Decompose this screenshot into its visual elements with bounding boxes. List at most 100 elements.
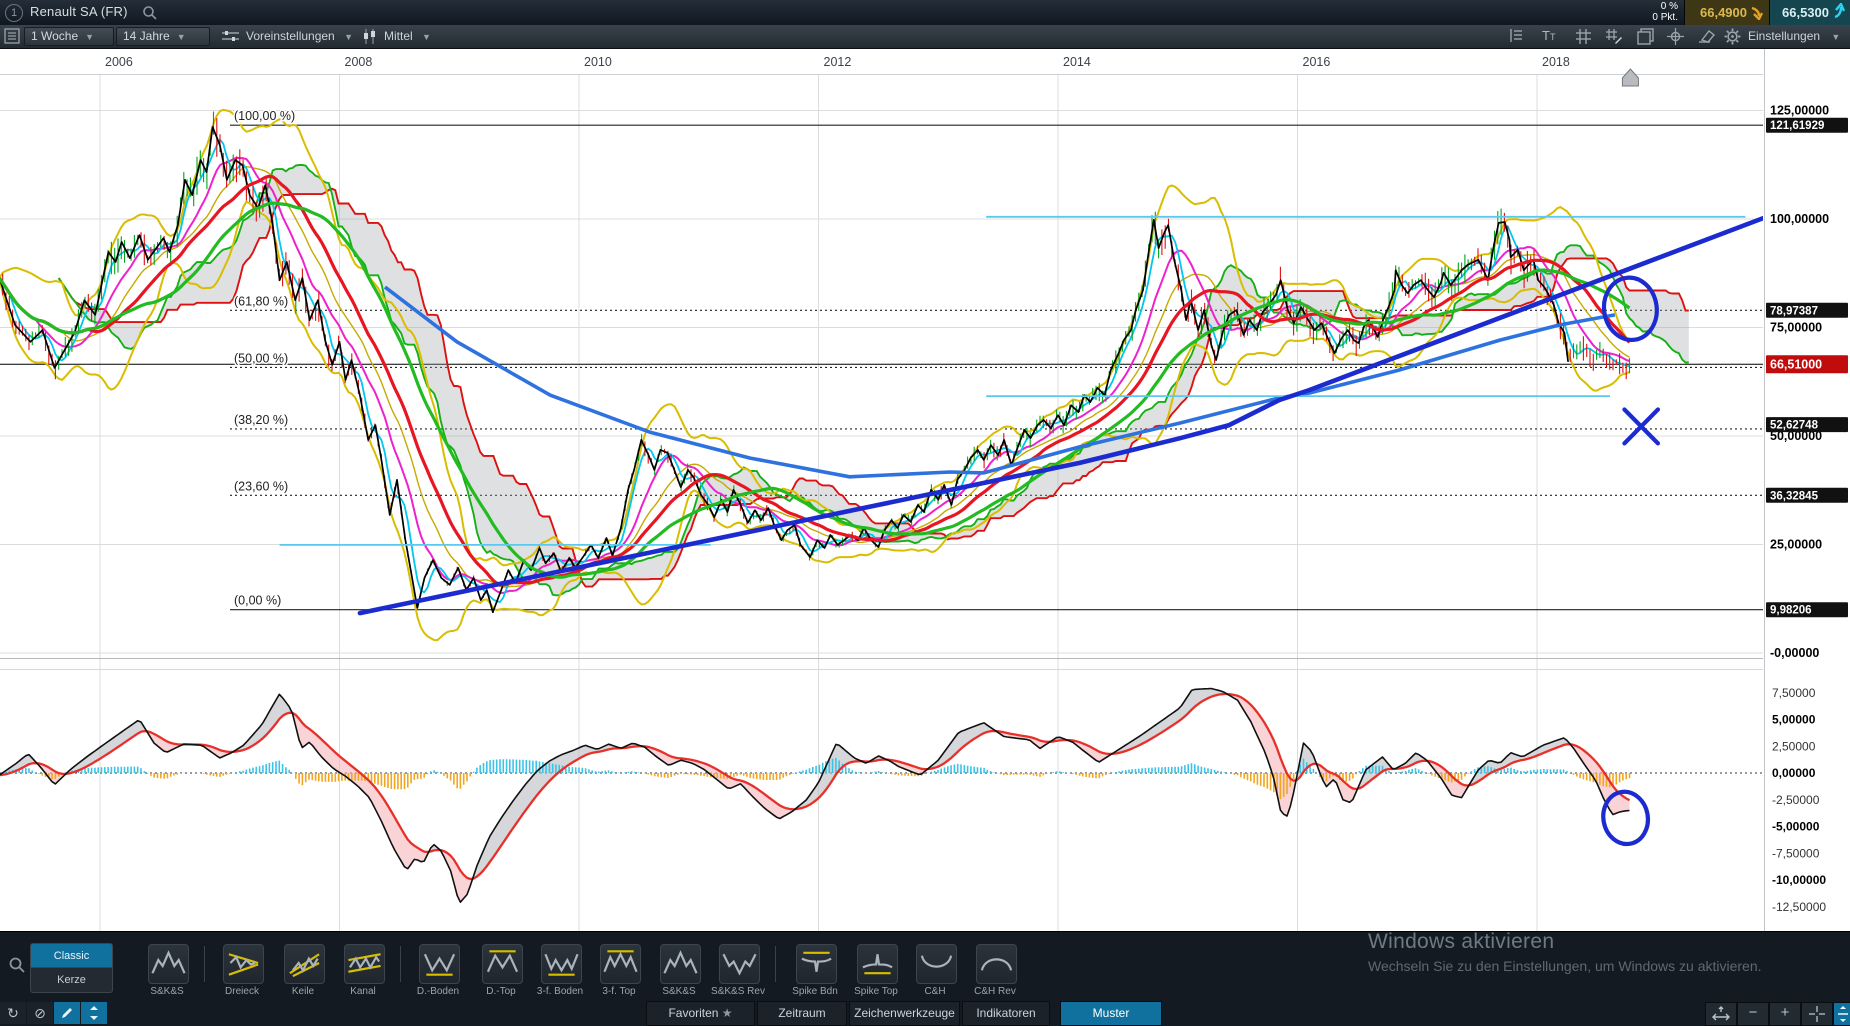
svg-text:9,98206: 9,98206 [1770, 605, 1812, 617]
pattern-button-sks[interactable] [148, 944, 189, 984]
svg-text:75,00000: 75,00000 [1770, 321, 1822, 335]
pattern-button-chrev[interactable] [976, 944, 1017, 984]
svg-text:(38,20 %): (38,20 %) [234, 413, 288, 427]
svg-text:36,32845: 36,32845 [1770, 490, 1819, 502]
svg-text:-2,50000: -2,50000 [1772, 793, 1820, 807]
range-dropdown[interactable]: 14 Jahre▼ [116, 27, 210, 46]
chart-toolbar: 1 Woche▼ 14 Jahre▼ Voreinstellungen ▼ Mi… [0, 25, 1850, 49]
svg-text:66,51000: 66,51000 [1770, 357, 1822, 371]
layers-icon[interactable] [1637, 28, 1654, 45]
crosshair-icon[interactable] [1667, 28, 1684, 45]
spiketop-pattern-icon [860, 948, 895, 978]
svg-text:2,50000: 2,50000 [1772, 739, 1816, 753]
dreieck-pattern-icon [226, 948, 261, 978]
svg-text:25,00000: 25,00000 [1770, 538, 1822, 552]
chart-type-dropdown[interactable]: Mittel ▼ [384, 29, 431, 43]
pattern-button-f3boden[interactable] [541, 944, 582, 984]
svg-text:0,00000: 0,00000 [1772, 766, 1816, 780]
pattern-button-dboden[interactable] [419, 944, 460, 984]
svg-text:2016: 2016 [1303, 55, 1331, 69]
window-number-icon[interactable]: 1 [5, 4, 23, 22]
ask-quote[interactable]: 66,5300 [1769, 0, 1850, 25]
chrev-pattern-icon [979, 948, 1014, 978]
pattern-button-spiketop[interactable] [857, 944, 898, 984]
sks-pattern-icon [663, 948, 698, 978]
star-icon: ★ [722, 1006, 733, 1020]
align-levels-icon[interactable] [1508, 28, 1525, 45]
tab-indikatoren[interactable]: Indikatoren [962, 1001, 1050, 1026]
pattern-label: Kanal [328, 986, 398, 997]
tab-favoriten[interactable]: Favoriten ★ [646, 1001, 755, 1026]
grid-icon[interactable] [1575, 28, 1592, 45]
pattern-button-sks[interactable] [660, 944, 701, 984]
clear-drawings-icon[interactable]: ⊘ [27, 1002, 53, 1024]
tab-zeitraum[interactable]: Zeitraum [757, 1001, 847, 1026]
pattern-button-ch[interactable] [916, 944, 957, 984]
sksrev-pattern-icon [722, 948, 757, 978]
svg-text:(100,00 %): (100,00 %) [234, 109, 295, 123]
pattern-label: Spike Bdn [780, 986, 850, 997]
draw-pencil-icon[interactable] [54, 1002, 80, 1024]
kanal-pattern-icon [347, 948, 382, 978]
pattern-label: D.-Boden [403, 986, 473, 997]
title-bar: 1 Renault SA (FR) 0 % 0 Pkt. 66,4900 66,… [0, 0, 1850, 26]
settings-dropdown[interactable]: Einstellungen ▼ [1748, 29, 1840, 43]
toolbar-separator [775, 946, 776, 982]
eraser-icon[interactable] [1697, 28, 1716, 44]
tab-muster[interactable]: Muster [1060, 1001, 1162, 1026]
interval-dropdown[interactable]: 1 Woche▼ [24, 27, 114, 46]
chart-list-icon[interactable] [4, 28, 20, 44]
svg-text:(0,00 %): (0,00 %) [234, 594, 281, 608]
pattern-button-kanal[interactable] [344, 944, 385, 984]
svg-text:5,00000: 5,00000 [1772, 713, 1816, 727]
pattern-button-sksrev[interactable] [719, 944, 760, 984]
svg-text:121,61929: 121,61929 [1770, 120, 1824, 132]
svg-text:2018: 2018 [1542, 55, 1570, 69]
settings-gear-icon[interactable] [1724, 28, 1741, 45]
spikebdn-pattern-icon [799, 948, 834, 978]
bid-down-arrow-icon [1750, 6, 1765, 20]
zoom-out-icon[interactable]: − [1737, 1002, 1769, 1026]
svg-text:78,97387: 78,97387 [1770, 305, 1818, 317]
search-icon[interactable] [142, 5, 158, 21]
svg-text:125,00000: 125,00000 [1770, 104, 1829, 118]
reset-icon[interactable]: ↻ [0, 1002, 26, 1024]
grid-edit-icon[interactable] [1605, 28, 1623, 45]
move-vertical-icon[interactable] [81, 1002, 107, 1024]
change-readout: 0 % 0 Pkt. [1652, 1, 1678, 23]
trading-app-window: 2006200820102012201420162018(100,00 %)(6… [0, 0, 1850, 1026]
zoom-in-icon[interactable]: + [1769, 1002, 1801, 1026]
pattern-button-dreieck[interactable] [223, 944, 264, 984]
scale-vertical-icon[interactable] [1833, 1002, 1850, 1026]
change-percent: 0 % [1652, 1, 1678, 12]
dboden-pattern-icon [422, 948, 457, 978]
chart-canvas[interactable]: 2006200820102012201420162018(100,00 %)(6… [0, 0, 1850, 1026]
presets-dropdown[interactable]: Voreinstellungen ▼ [246, 29, 353, 43]
pattern-button-spikebdn[interactable] [796, 944, 837, 984]
pattern-label: C&H Rev [960, 986, 1030, 997]
svg-text:100,00000: 100,00000 [1770, 212, 1829, 226]
bid-quote[interactable]: 66,4900 [1684, 0, 1769, 25]
svg-text:(61,80 %): (61,80 %) [234, 294, 288, 308]
ask-up-arrow-icon [1832, 3, 1847, 19]
fit-horizontal-icon[interactable] [1705, 1002, 1737, 1026]
svg-text:2010: 2010 [584, 55, 612, 69]
pattern-button-dtop[interactable] [482, 944, 523, 984]
style-button-kerze[interactable]: Kerze [30, 967, 113, 993]
sks-pattern-icon [151, 948, 186, 978]
pattern-button-f3top[interactable] [600, 944, 641, 984]
windows-activation-watermark: Windows aktivieren Wechseln Sie zu den E… [1368, 930, 1762, 974]
text-tool-icon[interactable]: TT [1542, 28, 1555, 43]
toolbar-separator [204, 946, 205, 982]
toolbar-separator [400, 946, 401, 982]
svg-text:2008: 2008 [345, 55, 373, 69]
svg-text:-12,50000: -12,50000 [1772, 900, 1826, 914]
tab-zeichenwerkzeuge[interactable]: Zeichenwerkzeuge [849, 1001, 960, 1026]
pattern-label: S&K&S Rev [703, 986, 773, 997]
style-button-classic[interactable]: Classic [30, 943, 113, 968]
dtop-pattern-icon [485, 948, 520, 978]
cursor-mode-icon[interactable] [1801, 1002, 1833, 1026]
pattern-search-icon[interactable] [8, 956, 26, 974]
pattern-button-keile[interactable] [284, 944, 325, 984]
instrument-title: Renault SA (FR) [30, 4, 128, 19]
